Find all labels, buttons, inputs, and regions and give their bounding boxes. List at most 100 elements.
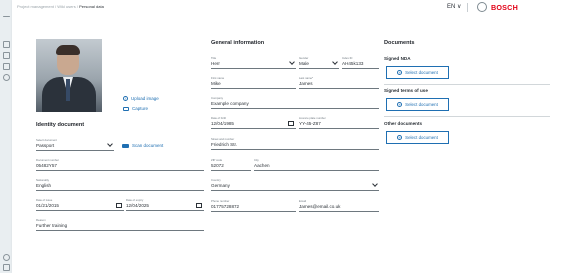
document-icon[interactable] (3, 63, 10, 70)
divider (384, 116, 550, 117)
upload-icon: ↑ (123, 96, 128, 101)
first-name-field[interactable]: First name Mike (211, 76, 296, 89)
chevron-down-icon (289, 59, 295, 65)
field-value: 05482Y57 (36, 163, 57, 168)
field-value: Herr (211, 61, 220, 66)
field-value: James (299, 81, 313, 86)
select-document-label: Select document (405, 70, 438, 75)
field-value: Further training (36, 223, 68, 228)
breadcrumb-separator: / (55, 4, 57, 9)
chevron-down-icon (107, 141, 113, 147)
field-label: Title (211, 56, 217, 60)
city-field[interactable]: City Aachen (254, 158, 379, 171)
field-label: Select document (36, 138, 57, 142)
field-value: Aachen (254, 163, 270, 168)
side-rail (0, 0, 12, 273)
field-value: 01/21/2015 (36, 203, 59, 208)
chevron-down-icon (332, 59, 338, 65)
content-panel: Project management / Wiki users / Person… (12, 0, 564, 273)
title-dropdown[interactable]: Title Herr (211, 56, 296, 69)
top-header: Project management / Wiki users / Person… (12, 0, 564, 14)
select-document-dropdown[interactable]: Select document Passport (36, 138, 114, 151)
breadcrumb-separator: / (76, 4, 78, 9)
reason-field[interactable]: Reason Further training (36, 218, 204, 231)
user-icon[interactable] (3, 254, 10, 261)
select-terms-document-button[interactable]: + Select document (386, 98, 449, 111)
chevron-down-icon (372, 181, 378, 187)
calendar-icon[interactable] (288, 121, 294, 126)
field-label: Licence plate number (299, 116, 326, 120)
field-value: YY-45-Z87 (299, 121, 321, 126)
main-area: Project management / Wiki users / Person… (12, 0, 564, 273)
plus-icon: + (397, 70, 403, 75)
field-label: City (254, 158, 259, 162)
select-document-label: Select document (405, 102, 438, 107)
field-label: First name (211, 76, 225, 80)
licence-plate-field[interactable]: Licence plate number YY-45-Z87 (299, 116, 379, 129)
field-label: Index ID (342, 56, 353, 60)
phone-field[interactable]: Phone number 01775728872 (211, 199, 296, 212)
clock-icon[interactable] (3, 74, 10, 81)
logout-icon[interactable] (3, 264, 10, 271)
language-select[interactable]: EN ∨ (447, 3, 461, 10)
calendar-icon[interactable] (116, 203, 122, 208)
breadcrumb-current: Personal data (79, 4, 104, 9)
field-label: Nationality (36, 178, 50, 182)
field-label: Last name* (299, 76, 314, 80)
breadcrumb-item[interactable]: Project management (17, 4, 54, 9)
calendar-icon[interactable] (196, 203, 202, 208)
general-information-title: General information (211, 40, 265, 46)
plus-icon: + (397, 102, 403, 107)
field-value: Mike (211, 81, 221, 86)
profile-photo (36, 39, 102, 112)
index-id-field[interactable]: Index ID AH45k133 (342, 56, 379, 69)
last-name-field[interactable]: Last name* James (299, 76, 379, 89)
field-label: Reason (36, 218, 46, 222)
scan-document-button[interactable]: Scan document (122, 143, 163, 148)
field-value: 12/04/1985 (211, 121, 234, 126)
signed-nda-label: Signed NDA (384, 56, 411, 61)
scan-document-label: Scan document (132, 143, 164, 148)
capture-button[interactable]: Capture (123, 106, 148, 111)
field-label: Gender (299, 56, 309, 60)
field-value: 01775728872 (211, 204, 240, 209)
select-nda-document-button[interactable]: + Select document (386, 66, 449, 79)
field-label: Company (211, 96, 223, 100)
menu-icon[interactable] (3, 16, 10, 17)
field-label: ZIP code (211, 158, 223, 162)
field-label: Date of expiry (126, 198, 144, 202)
date-of-expiry-field[interactable]: Date of expiry 12/04/2025 (126, 198, 204, 211)
document-number-field[interactable]: Document number 05482Y57 (36, 158, 204, 171)
date-of-issue-field[interactable]: Date of issue 01/21/2015 (36, 198, 124, 211)
nationality-field[interactable]: Nationality English (36, 178, 204, 191)
field-label: Street and number (211, 137, 235, 141)
upload-image-label: Upload image (131, 96, 159, 101)
field-value: 12/04/2025 (126, 203, 149, 208)
date-of-birth-field[interactable]: Date of birth 12/04/1985 (211, 116, 296, 129)
select-document-label: Select document (405, 135, 438, 140)
field-value: 52072 (211, 163, 224, 168)
breadcrumb-item[interactable]: Wiki users (57, 4, 75, 9)
field-value: Example company (211, 101, 249, 106)
field-value: Passport (36, 143, 55, 148)
street-field[interactable]: Street and number Friedrich Str. (211, 137, 379, 150)
company-field[interactable]: Company Example company (211, 96, 379, 109)
field-label: Phone number (211, 199, 230, 203)
grid-icon[interactable] (3, 52, 10, 59)
field-value: James@email.co.uk (299, 204, 341, 209)
field-label: Date of birth (211, 116, 227, 120)
field-value: English (36, 183, 52, 188)
expand-icon[interactable] (3, 41, 10, 48)
breadcrumb: Project management / Wiki users / Person… (17, 4, 104, 9)
email-field[interactable]: Email James@email.co.uk (299, 199, 379, 212)
country-dropdown[interactable]: Country Germany (211, 178, 379, 191)
field-label: Date of issue (36, 198, 53, 202)
select-other-document-button[interactable]: + Select document (386, 131, 449, 144)
zip-code-field[interactable]: ZIP code 52072 (211, 158, 251, 171)
identity-document-title: Identity document (36, 122, 85, 128)
bosch-logo-icon (477, 2, 487, 12)
field-value: Germany (211, 183, 230, 188)
field-label: Country (211, 178, 221, 182)
gender-dropdown[interactable]: Gender Male (299, 56, 339, 69)
upload-image-button[interactable]: ↑ Upload image (123, 96, 159, 101)
